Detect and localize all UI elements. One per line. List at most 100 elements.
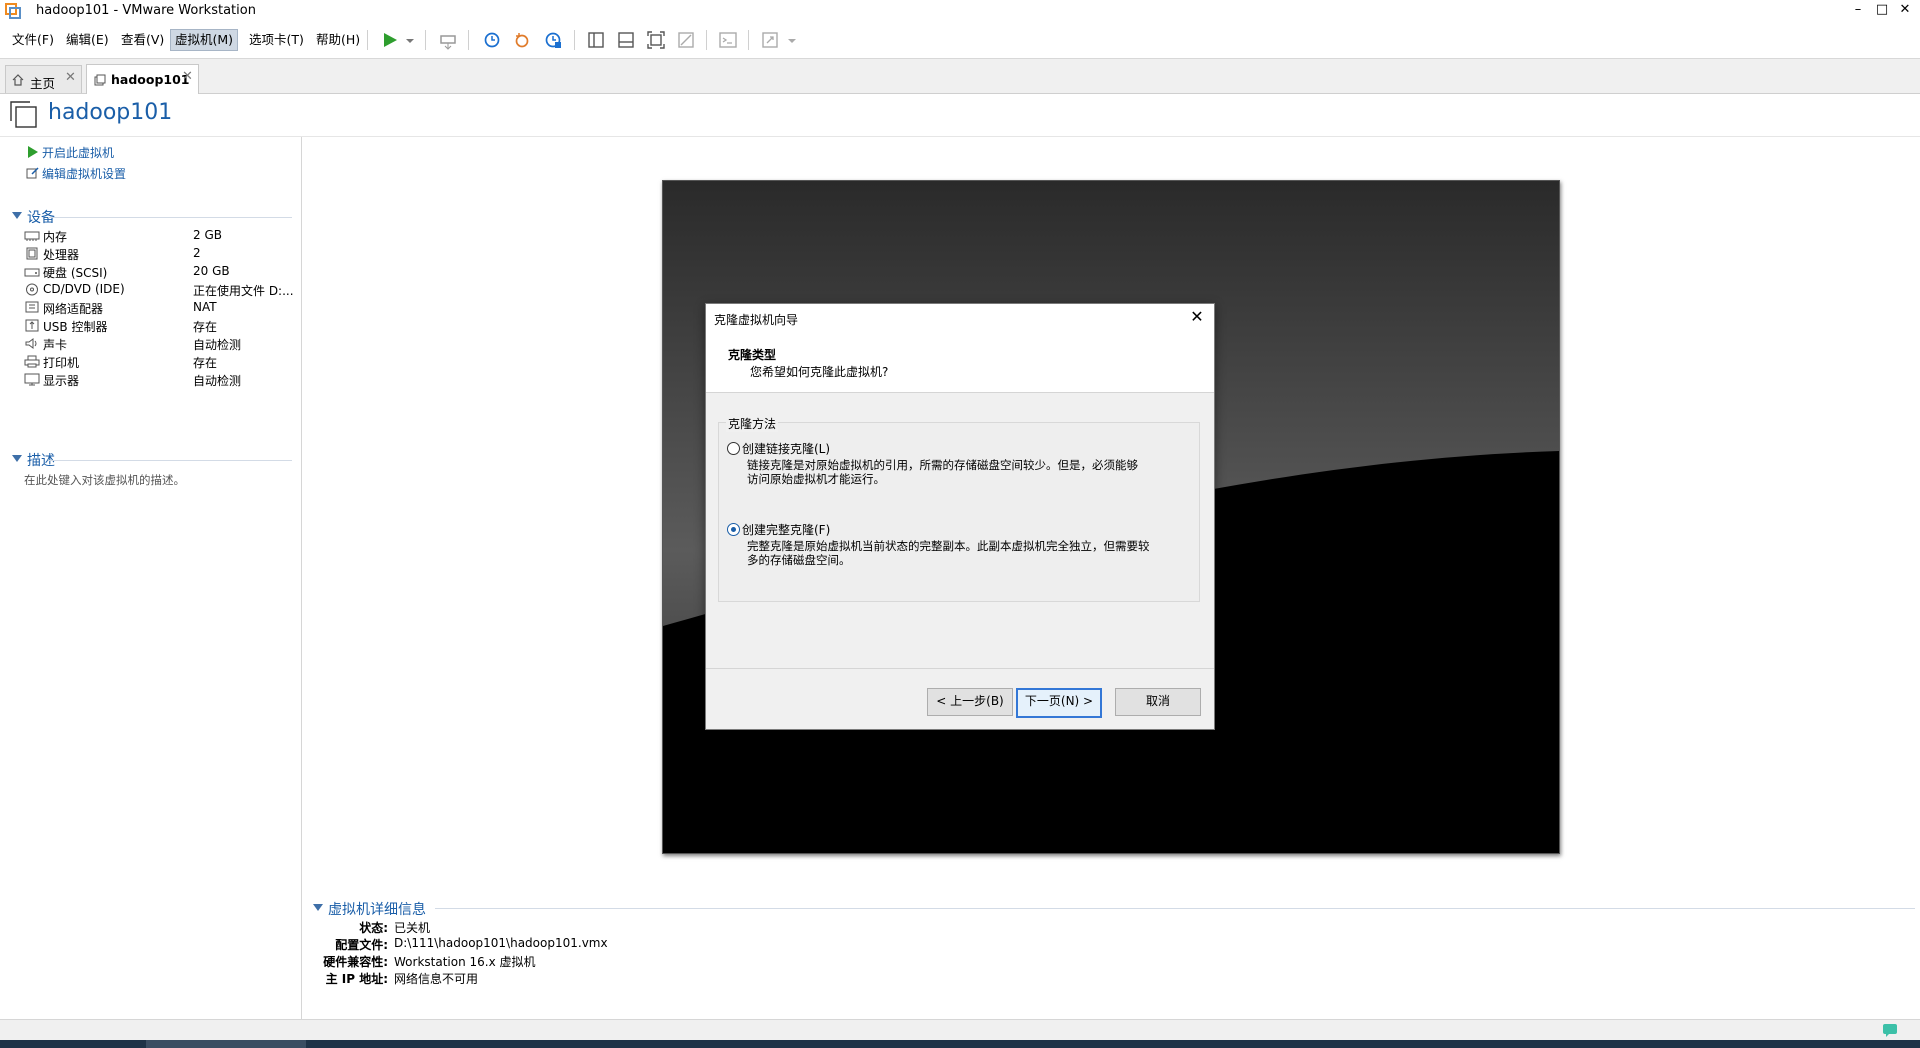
device-row[interactable]: 网络适配器 NAT [24,298,296,318]
device-row[interactable]: CD/DVD (IDE) 正在使用文件 D:... [24,280,296,300]
detail-key: 硬件兼容性: [323,955,388,969]
device-row[interactable]: 打印机 存在 [24,352,296,372]
sound-icon [25,338,37,349]
collapse-triangle-icon [12,455,22,462]
menu-view[interactable]: 查看(V) [117,30,168,50]
dialog-title: 克隆虚拟机向导 [714,313,799,327]
printer-icon [24,355,40,368]
back-button[interactable]: < 上一步(B) [927,688,1013,716]
toolbar-separator [468,30,469,50]
vm-details-section-header[interactable]: 虚拟机详细信息 [313,899,1915,918]
close-tab-icon[interactable]: ✕ [182,69,193,84]
tab-strip: 主页 ✕ hadoop101 ✕ [0,59,1920,94]
os-taskbar [0,1040,1920,1048]
group-label: 克隆方法 [726,415,779,432]
stretch-view-icon[interactable] [760,30,780,50]
chevron-down-icon[interactable] [786,30,798,50]
vm-title: hadoop101 [48,100,173,125]
device-value: 存在 [193,356,218,370]
device-row[interactable]: USB 控制器 存在 [24,316,296,336]
console-icon[interactable] [718,30,738,50]
close-tab-icon[interactable]: ✕ [65,70,76,85]
detail-value: Workstation 16.x 虚拟机 [394,955,536,969]
dialog-heading: 克隆类型 [728,348,777,362]
detail-key: 状态: [359,921,388,935]
snapshot-icon[interactable] [482,30,502,50]
dialog-close-button[interactable]: ✕ [1186,306,1208,328]
device-name: 网络适配器 [43,302,104,316]
toolbar-separator [748,30,749,50]
tab-home[interactable]: 主页 ✕ [5,65,82,93]
status-bar [0,1019,1920,1041]
device-row[interactable]: 内存 2 GB [24,226,296,246]
clone-vm-wizard-dialog: 克隆虚拟机向导 ✕ 克隆类型 您希望如何克隆此虚拟机? 克隆方法 创建链接克隆(… [705,303,1215,730]
tab-hadoop101[interactable]: hadoop101 ✕ [86,64,199,94]
menu-edit[interactable]: 编辑(E) [62,30,113,50]
snapshot-manager-icon[interactable] [543,30,563,50]
power-on-icon[interactable] [380,30,400,50]
close-window-button[interactable]: ✕ [1890,0,1920,22]
device-row[interactable]: 处理器 2 [24,244,296,264]
cdrom-icon [26,283,38,296]
play-icon [28,146,38,158]
next-button[interactable]: 下一页(N) > [1016,688,1102,718]
linked-clone-radio[interactable] [727,442,740,455]
menu-file[interactable]: 文件(F) [8,30,58,50]
display-icon [24,373,40,386]
toolbar-separator [574,30,575,50]
tab-label: hadoop101 [111,72,190,87]
cancel-button[interactable]: 取消 [1115,688,1201,716]
section-title: 虚拟机详细信息 [328,902,426,918]
dialog-subheading: 您希望如何克隆此虚拟机? [750,365,889,379]
devices-section-header[interactable]: 设备 [10,207,290,226]
toolbar-separator [367,30,368,50]
full-clone-label[interactable]: 创建完整克隆(F) [742,521,830,538]
description-field[interactable]: 在此处键入对该虚拟机的描述。 [24,472,185,488]
device-name: 内存 [43,230,68,244]
revert-snapshot-icon[interactable] [512,30,532,50]
full-clone-description: 完整克隆是原始虚拟机当前状态的完整副本。此副本虚拟机完全独立，但需要较 多的存储… [747,539,1150,567]
menu-tabs[interactable]: 选项卡(T) [245,30,308,50]
taskbar-item[interactable] [146,1040,306,1048]
device-value: 20 GB [193,264,230,278]
menu-vm[interactable]: 虚拟机(M) [170,29,239,51]
message-log-icon[interactable] [1882,1022,1898,1038]
title-bar: hadoop101 - VMware Workstation – □ ✕ [0,0,1920,22]
thumbnail-view-icon[interactable] [616,30,636,50]
linked-clone-label[interactable]: 创建链接克隆(L) [742,440,830,457]
network-icon [25,301,39,313]
fullscreen-icon[interactable] [646,30,666,50]
sidebar-view-icon[interactable] [586,30,606,50]
device-value: NAT [193,300,217,314]
detail-row: 配置文件: D:\111\hadoop101\hadoop101.vmx [300,936,800,953]
collapse-triangle-icon [12,212,22,219]
divider [48,460,292,461]
device-name: CD/DVD (IDE) [43,282,125,296]
device-row[interactable]: 声卡 自动检测 [24,334,296,354]
vm-large-icon [10,101,37,128]
toolbar-separator [425,30,426,50]
linked-clone-description: 链接克隆是对原始虚拟机的引用，所需的存储磁盘空间较少。但是，必须能够 访问原始虚… [747,458,1138,486]
send-keys-icon[interactable] [438,30,458,50]
menu-help[interactable]: 帮助(H) [312,30,364,50]
device-value: 自动检测 [193,374,242,388]
device-row[interactable]: 显示器 自动检测 [24,370,296,390]
device-name: 打印机 [43,356,80,370]
detail-row: 硬件兼容性: Workstation 16.x 虚拟机 [300,953,800,970]
collapse-triangle-icon [313,904,323,911]
detail-value: D:\111\hadoop101\hadoop101.vmx [394,936,608,950]
device-row[interactable]: 硬盘 (SCSI) 20 GB [24,262,296,282]
detail-key: 配置文件: [335,938,388,952]
window-title: hadoop101 - VMware Workstation [36,3,256,18]
processor-icon [26,247,38,260]
device-name: 处理器 [43,248,80,262]
device-name: USB 控制器 [43,320,108,334]
menu-toolbar: 文件(F) 编辑(E) 查看(V) 虚拟机(M) 选项卡(T) 帮助(H) [0,22,1920,59]
chevron-down-icon[interactable] [404,30,416,50]
device-name: 声卡 [43,338,68,352]
description-section-header[interactable]: 描述 [10,450,290,469]
unity-icon[interactable] [676,30,696,50]
full-clone-radio[interactable] [727,523,740,536]
detail-row: 状态: 已关机 [300,919,800,936]
usb-icon [25,319,39,332]
